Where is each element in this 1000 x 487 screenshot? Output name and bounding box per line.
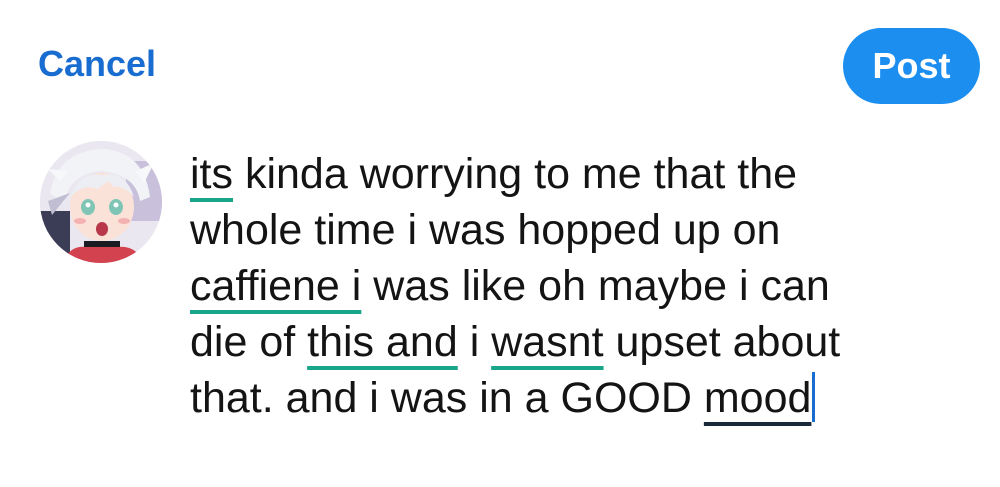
post-text-editor[interactable]: its kinda worrying to me that the whole t…	[190, 146, 980, 426]
avatar[interactable]	[40, 141, 162, 263]
text-segment: die of	[190, 318, 308, 366]
spellcheck-word: wasnt	[491, 318, 604, 366]
text-segment: kinda worrying to me that the	[233, 150, 798, 198]
text-line: caffiene i was like oh maybe i can	[190, 258, 980, 314]
avatar-image	[40, 141, 162, 263]
spellcheck-word: its	[190, 150, 233, 198]
text-segment: i	[457, 318, 492, 366]
cancel-button[interactable]: Cancel	[38, 42, 156, 86]
text-line: die of this and i wasnt upset about	[190, 314, 980, 370]
text-segment: upset about	[603, 318, 841, 366]
text-caret	[812, 372, 816, 422]
spellcheck-word: caffiene i	[190, 262, 362, 310]
spellcheck-word: this and	[307, 318, 458, 366]
text-segment: that. and i was in a GOOD	[190, 374, 704, 422]
text-line: that. and i was in a GOOD mood	[190, 370, 980, 426]
text-line: its kinda worrying to me that the	[190, 146, 980, 202]
post-button-label: Post	[872, 45, 951, 86]
post-button[interactable]: Post	[843, 28, 980, 104]
autocorrect-word: mood	[703, 374, 812, 422]
text-segment: was like oh maybe i can	[361, 262, 830, 310]
text-line: whole time i was hopped up on	[190, 202, 980, 258]
text-segment: whole time i was hopped up on	[190, 206, 781, 254]
